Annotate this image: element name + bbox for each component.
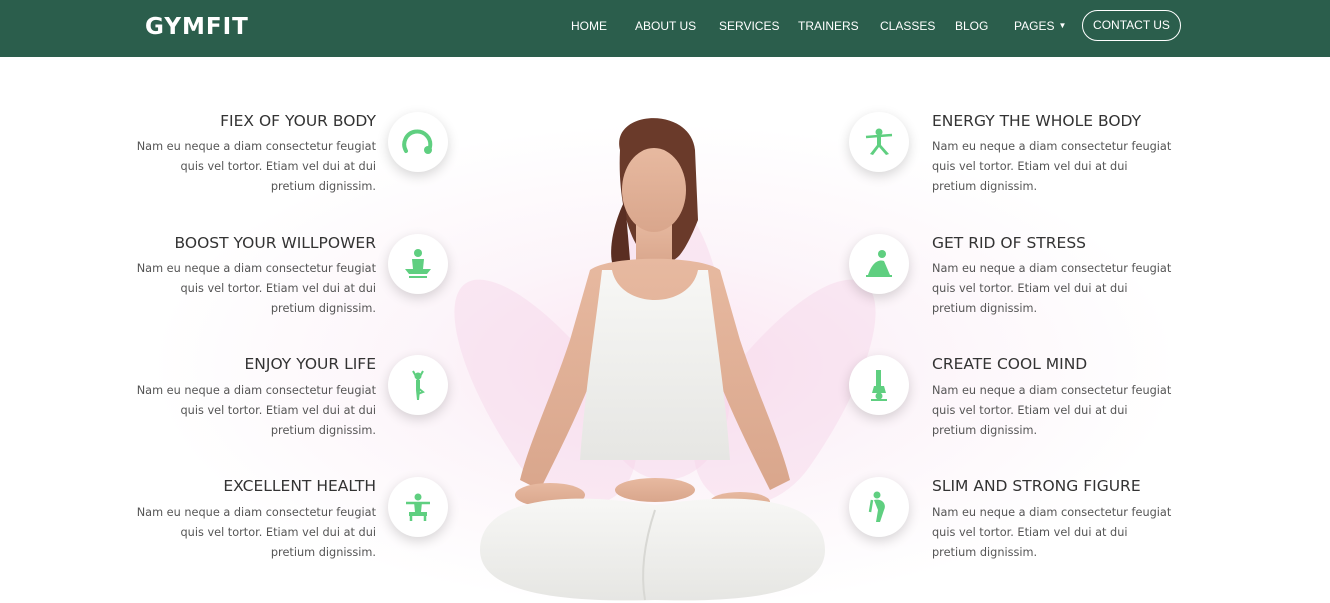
contact-us-button[interactable]: CONTACT US (1082, 10, 1181, 41)
brand-logo[interactable]: GYMFIT (145, 14, 249, 40)
feature-title: EXCELLENT HEALTH (223, 477, 376, 495)
nav-pages-dropdown[interactable]: PAGES ▼ (1014, 19, 1066, 33)
nav-classes[interactable]: CLASSES (880, 19, 935, 33)
feature-title: GET RID OF STRESS (932, 234, 1086, 252)
bridge-pose-icon (849, 234, 909, 294)
nav-services[interactable]: SERVICES (719, 19, 779, 33)
feature-text: Nam eu neque a diam consectetur feugiat … (932, 384, 1172, 437)
feature-title: FIEX OF YOUR BODY (220, 112, 376, 130)
seated-stretch-icon (388, 477, 448, 537)
feature-text: Nam eu neque a diam consectetur feugiat … (136, 506, 376, 559)
headstand-pose-icon (849, 355, 909, 415)
balance-pose-icon (849, 477, 909, 537)
feature-text: Nam eu neque a diam consectetur feugiat … (932, 140, 1172, 193)
feature-text: Nam eu neque a diam consectetur feugiat … (932, 506, 1172, 559)
caret-down-icon: ▼ (1058, 21, 1067, 30)
feature-text: Nam eu neque a diam consectetur feugiat … (136, 262, 376, 315)
nav-trainers[interactable]: TRAINERS (798, 19, 859, 33)
top-navbar: GYMFIT HOME ABOUT US SERVICES TRAINERS C… (0, 0, 1330, 57)
tree-pose-icon (388, 355, 448, 415)
feature-text: Nam eu neque a diam consectetur feugiat … (136, 384, 376, 437)
feature-text: Nam eu neque a diam consectetur feugiat … (136, 140, 376, 193)
warrior-pose-icon (849, 112, 909, 172)
meditation-pose-icon (388, 234, 448, 294)
meditating-woman-image (480, 118, 825, 601)
feature-title: BOOST YOUR WILLPOWER (174, 234, 376, 252)
nav-home[interactable]: HOME (571, 19, 607, 33)
feature-title: SLIM AND STRONG FIGURE (932, 477, 1141, 495)
feature-title: ENJOY YOUR LIFE (244, 355, 377, 373)
feature-title: CREATE COOL MIND (932, 355, 1088, 373)
feature-title: ENERGY THE WHOLE BODY (932, 112, 1142, 130)
nav-about-us[interactable]: ABOUT US (635, 19, 696, 33)
feature-text: Nam eu neque a diam consectetur feugiat … (932, 262, 1172, 315)
flexibility-gauge-icon (388, 112, 448, 172)
nav-blog[interactable]: BLOG (955, 19, 988, 33)
nav-pages-label: PAGES (1014, 19, 1055, 33)
